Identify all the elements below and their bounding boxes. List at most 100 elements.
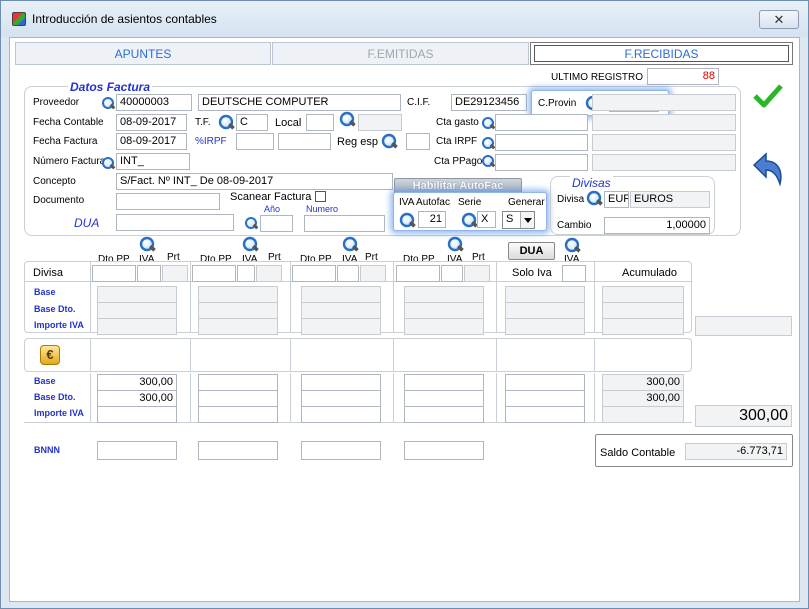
dua-label: DUA [74,216,100,230]
bnnn-c2[interactable] [198,441,278,460]
col1-dto-field[interactable] [92,265,136,282]
col3-dto-field[interactable] [292,265,336,282]
grid-divisa-label: Divisa [33,267,63,279]
cta-ppago-field[interactable] [495,154,588,171]
client-area: APUNTES F.EMITIDAS F.RECIBIDAS ULTIMO RE… [9,37,800,602]
r2-basedto-c1[interactable]: 300,00 [97,390,177,407]
cprovin-label: C.Provin [538,98,577,109]
serie-label: Serie [458,197,482,208]
documento-label: Documento [33,195,85,206]
bnnn-c4[interactable] [404,441,484,460]
dua-button[interactable]: DUA [508,242,555,260]
dua-search-icon[interactable] [244,216,258,230]
bnnn-c3[interactable] [301,441,381,460]
numero-factura-search-icon[interactable] [101,156,115,170]
r2-basedto-c3[interactable] [301,390,381,407]
cta-irpf-field[interactable] [495,134,588,151]
col1-iva-field[interactable] [137,265,161,282]
iva-autofac-search-icon[interactable] [399,212,416,229]
reg-esp-search-icon[interactable] [381,133,398,150]
irpf-value-field[interactable] [278,133,331,150]
documento-field[interactable] [116,193,220,210]
proveedor-code-field[interactable]: 40000003 [116,94,192,111]
col4-dto-field[interactable] [396,265,440,282]
dua-anio-field[interactable] [260,215,293,232]
window: Introducción de asientos contables ✕ APU… [0,0,809,609]
r2-basedto-c4[interactable] [404,390,484,407]
tab-apuntes[interactable]: APUNTES [15,42,271,65]
r2-basedto-c2[interactable] [198,390,278,407]
tf-field[interactable]: C [236,114,268,131]
scanear-factura-checkbox[interactable] [315,191,326,202]
cta-ppago-search-icon[interactable] [481,154,495,168]
col2-dto-field[interactable] [192,265,236,282]
r2-base-c3[interactable] [301,374,381,391]
grid-vline-2 [190,262,191,332]
bnnn-c1[interactable] [97,441,177,460]
cta-gasto-field[interactable] [495,114,588,131]
r2-iva-c1[interactable] [97,406,177,423]
solo-iva-field[interactable] [562,265,586,282]
iva-autofac-label: IVA Autofac [399,197,450,208]
divisa-code-field[interactable]: EUR [604,191,629,208]
r2-base-c2[interactable] [198,374,278,391]
euro-icon[interactable]: € [40,345,60,365]
tf-search-icon[interactable] [218,114,235,131]
proveedor-label: Proveedor [33,97,80,108]
r2-iva-c2[interactable] [198,406,278,423]
col1-iva-search-icon[interactable] [139,236,156,253]
accept-check-icon[interactable] [752,83,784,109]
generar-select[interactable]: S [502,211,535,229]
concepto-field[interactable]: S/Fact. Nº INT_ De 08-09-2017 [116,173,393,190]
divisa-name-field: EUROS [630,191,710,208]
tab-f-recibidas[interactable]: F.RECIBIDAS [530,42,793,65]
cta-irpf-label: Cta IRPF [436,136,478,147]
r1-iva-c2 [198,318,278,335]
iva-autofac-field[interactable]: 21 [418,211,446,228]
dua-numero-field[interactable] [304,215,385,232]
cif-field[interactable]: DE29123456 [451,94,527,111]
serie-field[interactable]: X [477,211,496,228]
fecha-factura-field[interactable]: 08-09-2017 [116,133,187,150]
col2-iva-field[interactable] [237,265,255,282]
cambio-field[interactable]: 1,00000 [604,217,710,234]
col2-iva-search-icon[interactable] [242,236,259,253]
col3-iva-field[interactable] [337,265,359,282]
tab-f-emitidas[interactable]: F.EMITIDAS [272,42,529,65]
local-search-icon[interactable] [339,111,356,128]
fecha-contable-field[interactable]: 08-09-2017 [116,114,187,131]
proveedor-search-icon[interactable] [101,96,115,110]
col4-iva-search-icon[interactable] [447,236,464,253]
r2-basedto-c5[interactable] [505,390,585,407]
close-button[interactable]: ✕ [759,10,799,29]
r1-basedto-c4 [404,302,484,319]
irpf-field[interactable] [236,133,274,150]
r1-iva-c4 [404,318,484,335]
dua-field[interactable] [116,214,234,231]
back-arrow-icon[interactable] [750,151,786,187]
title-bar: Introducción de asientos contables ✕ [1,1,808,37]
dua-anio-label: Año [264,204,281,214]
col4-iva-field[interactable] [441,265,463,282]
cta-irpf-search-icon[interactable] [481,136,495,150]
r2-base-c5[interactable] [505,374,585,391]
reg-esp-field[interactable] [406,133,430,150]
serie-search-icon[interactable] [461,212,478,229]
tab-f-recibidas-label: F.RECIBIDAS [534,45,789,62]
r2-base-c4[interactable] [404,374,484,391]
local-field[interactable] [306,114,334,131]
euro-vline-5 [496,339,497,371]
numero-factura-field[interactable]: INT_ [116,153,190,170]
saldo-contable-value: -6.773,71 [685,443,787,460]
r2-iva-c3[interactable] [301,406,381,423]
cta-gasto-search-icon[interactable] [481,116,495,130]
ultimo-registro-value: 88 [647,68,719,85]
col3-iva-search-icon[interactable] [342,236,359,253]
r2-iva-c4[interactable] [404,406,484,423]
cta-gasto-label: Cta gasto [436,117,479,128]
dua-iva-search-icon[interactable] [564,237,581,254]
r2-iva-c5[interactable] [505,406,585,423]
r2-base-c1[interactable]: 300,00 [97,374,177,391]
divisa-search-icon[interactable] [586,190,603,207]
proveedor-name-field[interactable]: DEUTSCHE COMPUTER [198,94,401,111]
